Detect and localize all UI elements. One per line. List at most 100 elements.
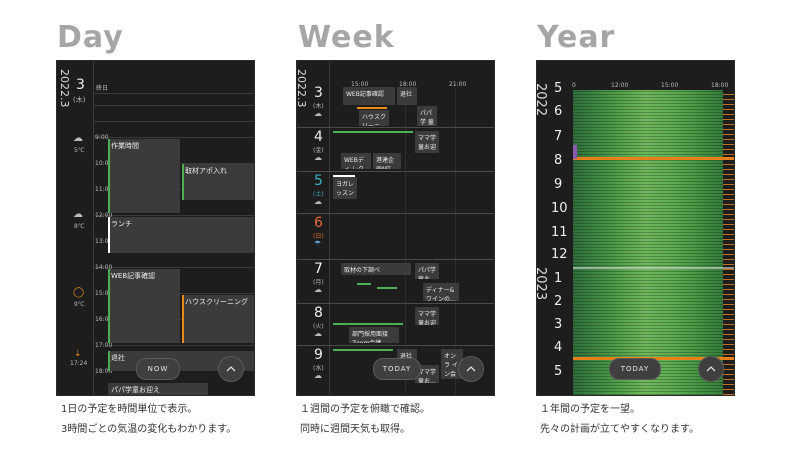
year-label: 2023: [537, 267, 548, 301]
month-label: 6: [554, 104, 563, 119]
event-title: ママ学 童お迎: [418, 311, 437, 325]
time-label: 9:00: [95, 134, 109, 141]
hour-label: 12:00: [611, 82, 629, 89]
temp-label: 5℃: [74, 147, 85, 154]
week-caption: １週間の予定を俯瞰で確認。 同時に週間天気も取得。: [300, 400, 430, 440]
cloud-icon: ☁: [314, 329, 322, 338]
today-button[interactable]: TODAY: [609, 358, 661, 380]
month-label: 4: [554, 340, 563, 355]
cloud-icon: ☁: [314, 153, 322, 162]
caption-line: 3時間ごとの気温の変化もわかります。: [61, 424, 237, 435]
event-block[interactable]: ランチ: [108, 217, 254, 253]
week-day-number: 8: [314, 305, 323, 321]
today-button[interactable]: TODAY: [373, 358, 421, 380]
year-month-label: 2022.3: [297, 69, 308, 108]
event-block[interactable]: パパ学 童お...: [415, 263, 439, 279]
event-title: パパ学 童お...: [418, 267, 437, 279]
event-title: WEB記事確認: [111, 272, 156, 280]
caption-line: １週間の予定を俯瞰で確認。: [300, 404, 430, 415]
chevron-up-icon: [466, 366, 476, 372]
event-block[interactable]: パパ学 童お...: [417, 106, 437, 126]
event-color-bar: [357, 283, 371, 285]
event-color-bar: [377, 287, 397, 289]
scroll-up-button[interactable]: [698, 356, 724, 382]
event-color-bar: [182, 164, 184, 200]
event-block[interactable]: 取材アポ入れ: [182, 164, 254, 200]
caption-line: １年間の予定を一望。: [540, 404, 640, 415]
event-title: 作業時間: [111, 142, 139, 150]
day-heading: Day: [57, 20, 124, 55]
event-block[interactable]: 部門採用面接 Zoom会議: [349, 327, 399, 343]
event-title: ヨガレ ッスン: [336, 181, 355, 197]
day-caption: 1日の予定を時間単位で表示。 3時間ごとの気温の変化もわかります。: [61, 400, 236, 440]
event-title: ハウスク リーニン...: [362, 114, 387, 126]
week-day-number: 5: [314, 173, 323, 189]
month-label: 7: [554, 129, 563, 144]
event-block[interactable]: WEBディ レクター...: [341, 153, 371, 169]
now-button[interactable]: NOW: [136, 358, 180, 380]
date-number: 3: [76, 77, 85, 93]
event-block[interactable]: ママ学 童お迎 え: [415, 131, 439, 153]
scroll-up-button[interactable]: [218, 356, 244, 382]
caption-line: 1日の予定を時間単位で表示。: [61, 404, 198, 415]
month-label: 8: [554, 153, 563, 168]
month-label: 5: [554, 364, 563, 379]
event-title: ママ学 童お迎 え: [418, 135, 437, 151]
week-day-number: 4: [314, 129, 323, 145]
event-block[interactable]: ママ学 童お迎: [415, 307, 439, 325]
hour-label: 0: [572, 82, 576, 89]
chevron-up-icon: [706, 366, 716, 372]
event-title: 取材の下調べ: [344, 267, 381, 274]
event-block[interactable]: 退社: [397, 87, 417, 105]
sun-icon: ◯: [73, 287, 85, 298]
event-block[interactable]: WEB記事確認: [108, 269, 180, 343]
event-title: 部門採用面接 Zoom会議: [352, 331, 389, 343]
event-title: 退社: [400, 91, 413, 98]
month-label: 11: [551, 225, 568, 240]
hour-label: 21:00: [449, 81, 467, 88]
cloud-icon: ☁: [314, 371, 322, 380]
event-block[interactable]: 取材の下調べ: [341, 263, 411, 275]
caption-line: 同時に週間天気も取得。: [300, 424, 410, 435]
event-block[interactable]: WEB記事確認: [343, 87, 395, 105]
event-color-bar: [108, 217, 110, 253]
rain-icon: ☂: [314, 239, 322, 248]
week-day-number: 6: [314, 215, 323, 231]
event-block[interactable]: ハウスクリーニング: [182, 295, 254, 343]
event-title: 取材アポ入れ: [185, 167, 227, 175]
event-block[interactable]: ディナー& ワインの...: [423, 283, 459, 301]
event-block[interactable]: 作業時間: [108, 139, 180, 213]
event-color-bar: [108, 139, 110, 213]
event-color-bar: [333, 131, 413, 133]
weekday-label: (木): [73, 96, 86, 104]
time-label: 17:00: [95, 342, 113, 349]
event-title: WEB記事確認: [346, 91, 384, 98]
event-block[interactable]: ヨガレ ッスン: [333, 177, 357, 199]
temp-label: 8℃: [74, 223, 85, 230]
week-day-number: 7: [314, 261, 323, 277]
week-day-number: 3: [314, 85, 323, 101]
event-block[interactable]: パパ学童お迎え: [108, 383, 208, 395]
event-title: ランチ: [111, 220, 132, 228]
year-label: 2022: [537, 83, 548, 117]
event-title: WEBディ レクター...: [344, 157, 364, 169]
event-title: オンラ イン会 会議レ ッスン: [444, 353, 458, 378]
event-block[interactable]: ハウスク リーニン...: [359, 110, 389, 126]
event-color-bar: [108, 351, 110, 371]
cloud-icon: ☁: [73, 209, 83, 220]
year-caption: １年間の予定を一望。 先々の計画が立てやすくなります。: [540, 400, 699, 440]
event-block[interactable]: 港達企 画MT...: [373, 153, 401, 169]
week-day-number: 9: [314, 347, 323, 363]
event-title: パパ学 童お...: [420, 110, 434, 126]
hour-label: 18:00: [711, 82, 729, 89]
month-label: 5: [554, 81, 563, 96]
month-label: 12: [551, 247, 568, 262]
event-color-bar: [357, 107, 387, 109]
event-title: ハウスクリーニング: [185, 298, 248, 306]
sunset-time: 17:24: [70, 360, 88, 367]
event-color-bar: [182, 295, 184, 343]
month-label: 9: [554, 177, 563, 192]
week-view-screen: 2022.3 15:00 18:00 21:00 3 (木) ☁ 4 (金) ☁…: [297, 61, 494, 395]
scroll-up-button[interactable]: [458, 356, 484, 382]
event-title: 港達企 画MT...: [376, 157, 396, 169]
